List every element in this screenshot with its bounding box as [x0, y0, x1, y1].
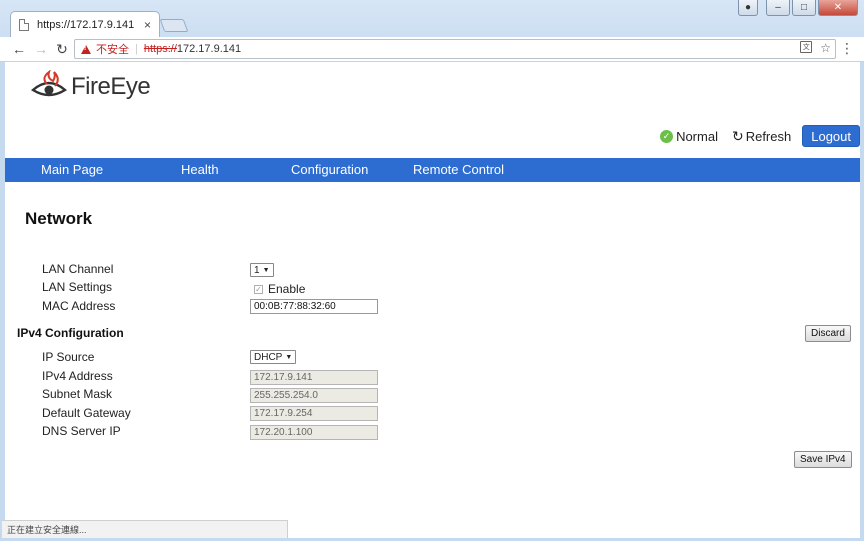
- tab-close-icon[interactable]: ×: [144, 18, 151, 32]
- logout-button[interactable]: Logout: [802, 125, 860, 147]
- header-status-area: ✓ Normal ↻ Refresh Logout: [660, 125, 860, 147]
- nav-item-main-page[interactable]: Main Page: [41, 162, 103, 177]
- star-icon[interactable]: ☆: [820, 41, 831, 55]
- default-gateway-field: 172.17.9.254: [250, 406, 378, 421]
- lan-enable-row: ✓ Enable: [254, 282, 305, 296]
- fireeye-logo[interactable]: FireEye: [31, 67, 151, 107]
- lan-enable-label: Enable: [268, 282, 306, 296]
- kebab-menu-icon[interactable]: ⋮: [840, 40, 854, 57]
- reload-icon[interactable]: ↻: [53, 40, 71, 58]
- check-circle-icon: ✓: [660, 129, 674, 143]
- chevron-down-icon: ▼: [262, 266, 270, 274]
- lan-channel-label: LAN Channel: [42, 262, 114, 276]
- subnet-mask-field: 255.255.254.0: [250, 388, 378, 403]
- tab-title: https://172.17.9.141: [37, 18, 135, 31]
- lan-settings-label: LAN Settings: [42, 280, 113, 294]
- mac-address-field[interactable]: 00:0B:77:88:32:60: [250, 299, 378, 314]
- arrow-right-icon[interactable]: →: [32, 40, 50, 58]
- ip-source-value: DHCP: [254, 351, 283, 363]
- ip-source-select[interactable]: DHCP ▼: [250, 350, 296, 364]
- dns-server-label: DNS Server IP: [42, 424, 121, 438]
- window-close-icon[interactable]: ✕: [818, 0, 858, 16]
- window-frame-right: [860, 62, 864, 541]
- ipv4-section-title: IPv4 Configuration: [17, 326, 124, 340]
- lan-enable-checkbox[interactable]: ✓: [254, 284, 263, 294]
- window-controls: ● – □ ✕: [738, 0, 858, 16]
- main-nav: Main Page Health Configuration Remote Co…: [5, 158, 860, 182]
- chevron-down-icon: ▼: [285, 353, 293, 361]
- save-ipv4-button[interactable]: Save IPv4: [794, 451, 852, 468]
- dns-server-field: 172.20.1.100: [250, 425, 378, 440]
- ipv4-address-field: 172.17.9.141: [250, 370, 378, 385]
- fireeye-eye-icon: [31, 70, 67, 97]
- url-scheme: https://: [143, 43, 177, 55]
- page-content: FireEye ✓ Normal ↻ Refresh Logout Main P…: [5, 62, 860, 537]
- mac-address-label: MAC Address: [42, 299, 116, 313]
- discard-button[interactable]: Discard: [805, 325, 851, 342]
- translate-icon[interactable]: 文: [800, 41, 813, 53]
- user-icon[interactable]: ●: [738, 0, 758, 16]
- browser-tab[interactable]: https://172.17.9.141 ×: [10, 11, 160, 37]
- omnibox-actions: 文 ☆: [800, 41, 831, 55]
- minimize-icon[interactable]: –: [766, 0, 790, 16]
- refresh-icon: ↻: [731, 127, 744, 144]
- lan-channel-select[interactable]: 1 ▼: [250, 263, 274, 277]
- url-host: 172.17.9.141: [176, 43, 242, 55]
- warning-triangle-icon[interactable]: [81, 44, 91, 54]
- page-title: Network: [25, 209, 93, 228]
- nav-item-health[interactable]: Health: [181, 162, 219, 177]
- logo-text: FireEye: [71, 73, 151, 100]
- browser-chrome: ● – □ ✕ https://172.17.9.141 × ← → ↻ 不安全…: [0, 0, 864, 62]
- health-status: ✓ Normal: [660, 129, 718, 144]
- nav-item-remote-control[interactable]: Remote Control: [413, 162, 504, 177]
- refresh-label: Refresh: [745, 128, 792, 144]
- page-icon: [19, 18, 29, 31]
- default-gateway-label: Default Gateway: [42, 406, 131, 420]
- ipv4-address-label: IPv4 Address: [42, 369, 113, 383]
- browser-status-bar: 正在建立安全連線...: [2, 520, 288, 538]
- omnibox-separator: |: [135, 43, 138, 55]
- refresh-button[interactable]: ↻ Refresh: [732, 128, 791, 145]
- lan-channel-value: 1: [254, 264, 260, 276]
- nav-item-configuration[interactable]: Configuration: [291, 162, 368, 177]
- new-tab-button[interactable]: [159, 19, 189, 32]
- health-status-label: Normal: [676, 128, 718, 144]
- security-label[interactable]: 不安全: [96, 41, 129, 57]
- maximize-icon[interactable]: □: [792, 0, 816, 16]
- browser-toolbar: ← → ↻ 不安全 | https:// 172.17.9.141 文 ☆ ⋮: [0, 37, 864, 62]
- address-bar[interactable]: 不安全 | https:// 172.17.9.141 文 ☆: [74, 39, 836, 59]
- ip-source-label: IP Source: [42, 350, 95, 364]
- subnet-mask-label: Subnet Mask: [42, 387, 113, 401]
- arrow-left-icon[interactable]: ←: [10, 40, 28, 58]
